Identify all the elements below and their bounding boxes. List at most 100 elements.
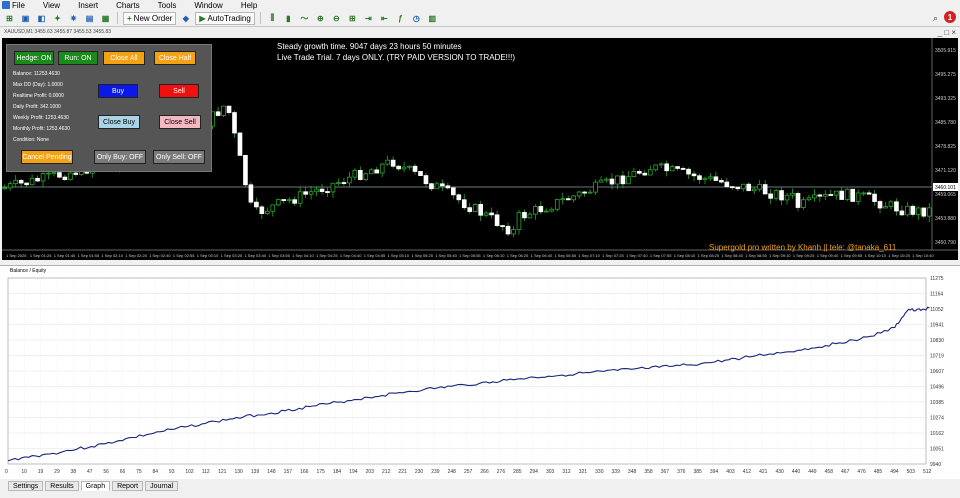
candle-body <box>719 180 724 183</box>
menu-help[interactable]: Help <box>241 1 257 10</box>
candle-body <box>297 191 303 204</box>
menu-insert[interactable]: Insert <box>78 1 98 10</box>
tile-windows-icon[interactable]: ⊞ <box>346 12 359 25</box>
graph-x-label: 440 <box>792 469 801 475</box>
candle-body <box>374 169 380 174</box>
time-axis-label: 1 Sep 02:40 <box>149 253 171 258</box>
terminal-icon[interactable]: ▤ <box>83 12 96 25</box>
templates-icon[interactable]: ▥ <box>426 12 439 25</box>
graph-x-label: 467 <box>841 469 850 475</box>
price-chart[interactable]: 3505.915 3495.275 3493.325 3485.780 3478.825… <box>2 38 958 260</box>
candle-body <box>620 175 626 185</box>
candle-body <box>68 172 73 180</box>
zoom-out-icon[interactable]: ⊖ <box>330 12 343 25</box>
indicators-icon[interactable]: ƒ <box>394 12 407 25</box>
candle-body <box>46 172 51 175</box>
tab-journal[interactable]: Journal <box>145 481 179 491</box>
menu-file[interactable]: File <box>12 1 25 10</box>
tab-settings[interactable]: Settings <box>8 481 44 491</box>
overlay-text-growth: Steady growth time. 9047 days 23 hours 5… <box>277 42 462 51</box>
menu-bar: File View Insert Charts Tools Window Hel… <box>0 0 960 10</box>
periods-icon[interactable]: ◷ <box>410 12 423 25</box>
search-icon[interactable]: ⌕ <box>933 13 938 24</box>
candle-body <box>626 176 631 185</box>
graph-x-label: 285 <box>513 469 522 475</box>
candle-body <box>286 199 292 202</box>
graph-x-label: 276 <box>497 469 506 475</box>
run-toggle-button[interactable]: Run: ON <box>58 51 98 65</box>
time-axis-label: 1 Sep 02:10 <box>101 253 123 258</box>
autoscroll-icon[interactable]: ⇥ <box>362 12 375 25</box>
candle-body <box>440 183 445 187</box>
only-sell-button[interactable]: Only Sell: OFF <box>153 150 205 164</box>
graph-y-label: 9940 <box>930 462 941 468</box>
profiles-icon[interactable]: ▣ <box>19 12 32 25</box>
time-axis-label: 1 Sep 10:25 <box>888 253 910 258</box>
candle-body <box>522 212 527 219</box>
strategy-tester-graph: 11275 11164 11052 10941 10830 10719 10607 10496… <box>0 265 960 479</box>
candle-body <box>248 184 254 203</box>
candle-body <box>587 191 593 194</box>
graph-x-label: 84 <box>153 469 159 475</box>
candle-body <box>905 205 910 216</box>
zoom-in-icon[interactable]: ⊕ <box>314 12 327 25</box>
balance-line <box>7 306 930 462</box>
candle-body <box>582 191 587 194</box>
notification-badge[interactable]: 1 <box>944 11 956 23</box>
time-axis-label: 1 Sep 08:55 <box>745 253 767 258</box>
price-axis-label: 3450.790 <box>935 240 956 246</box>
candle-body <box>483 212 489 216</box>
time-axis-label: 1 Sep 10:10 <box>864 253 886 258</box>
line-chart-icon[interactable]: 〜 <box>298 12 311 25</box>
candle-body <box>358 169 363 180</box>
new-chart-icon[interactable]: ⊞ <box>3 12 16 25</box>
price-axis-label: 3459.065 <box>935 192 956 198</box>
bar-chart-icon[interactable]: ⫼ <box>266 12 279 25</box>
time-axis-label: 1 Sep 06:40 <box>531 253 553 258</box>
only-buy-button[interactable]: Only Buy: OFF <box>94 150 146 164</box>
candle-body <box>29 177 35 186</box>
market-watch-icon[interactable]: ◧ <box>35 12 48 25</box>
time-axis-label: 1 Sep 03:25 <box>221 253 243 258</box>
menu-tools[interactable]: Tools <box>158 1 177 10</box>
candle-body <box>669 166 675 172</box>
graph-x-label: 203 <box>366 469 375 475</box>
close-all-button[interactable]: Close All <box>103 51 145 65</box>
stat-max-dd: Max DD (Day): 1.0000 <box>13 82 63 88</box>
metaeditor-icon[interactable]: ◆ <box>179 12 192 25</box>
candle-body <box>637 171 642 174</box>
time-axis-label: 1 Sep 04:25 <box>316 253 338 258</box>
candle-body <box>790 193 795 196</box>
menu-view[interactable]: View <box>43 1 60 10</box>
menu-window[interactable]: Window <box>194 1 222 10</box>
candlestick-icon[interactable]: ▮ <box>282 12 295 25</box>
candle-body <box>461 199 467 209</box>
candle-body <box>451 187 456 196</box>
hedge-toggle-button[interactable]: Hedge: ON <box>14 51 54 65</box>
chart-window-controls[interactable]: _ □ × <box>938 28 956 37</box>
tab-graph[interactable]: Graph <box>80 481 111 491</box>
menu-charts[interactable]: Charts <box>116 1 140 10</box>
strategy-tester-icon[interactable]: ▦ <box>99 12 112 25</box>
close-buy-button[interactable]: Close Buy <box>98 115 140 129</box>
tab-report[interactable]: Report <box>112 481 144 491</box>
data-window-icon[interactable]: ✦ <box>51 12 64 25</box>
new-order-button[interactable]: + New Order <box>123 11 177 25</box>
candle-body <box>899 210 905 216</box>
close-half-button[interactable]: Close Half <box>154 51 196 65</box>
price-axis-label: 3478.825 <box>935 144 956 150</box>
chart-shift-icon[interactable]: ⇤ <box>378 12 391 25</box>
sell-button[interactable]: Sell <box>159 84 199 98</box>
close-sell-button[interactable]: Close Sell <box>159 115 201 129</box>
buy-button[interactable]: Buy <box>98 84 138 98</box>
graph-y-label: 11052 <box>930 307 944 313</box>
candle-body <box>500 225 505 227</box>
candle-body <box>379 163 385 174</box>
time-axis-label: 1 Sep 09:55 <box>841 253 863 258</box>
navigator-icon[interactable]: ✷ <box>67 12 80 25</box>
candle-body <box>243 155 248 186</box>
cancel-pending-button[interactable]: Cancel Pending <box>21 150 73 164</box>
autotrading-button[interactable]: ▶ AutoTrading <box>195 11 255 25</box>
graph-x-label: 248 <box>448 469 457 475</box>
tab-results[interactable]: Results <box>45 481 79 491</box>
